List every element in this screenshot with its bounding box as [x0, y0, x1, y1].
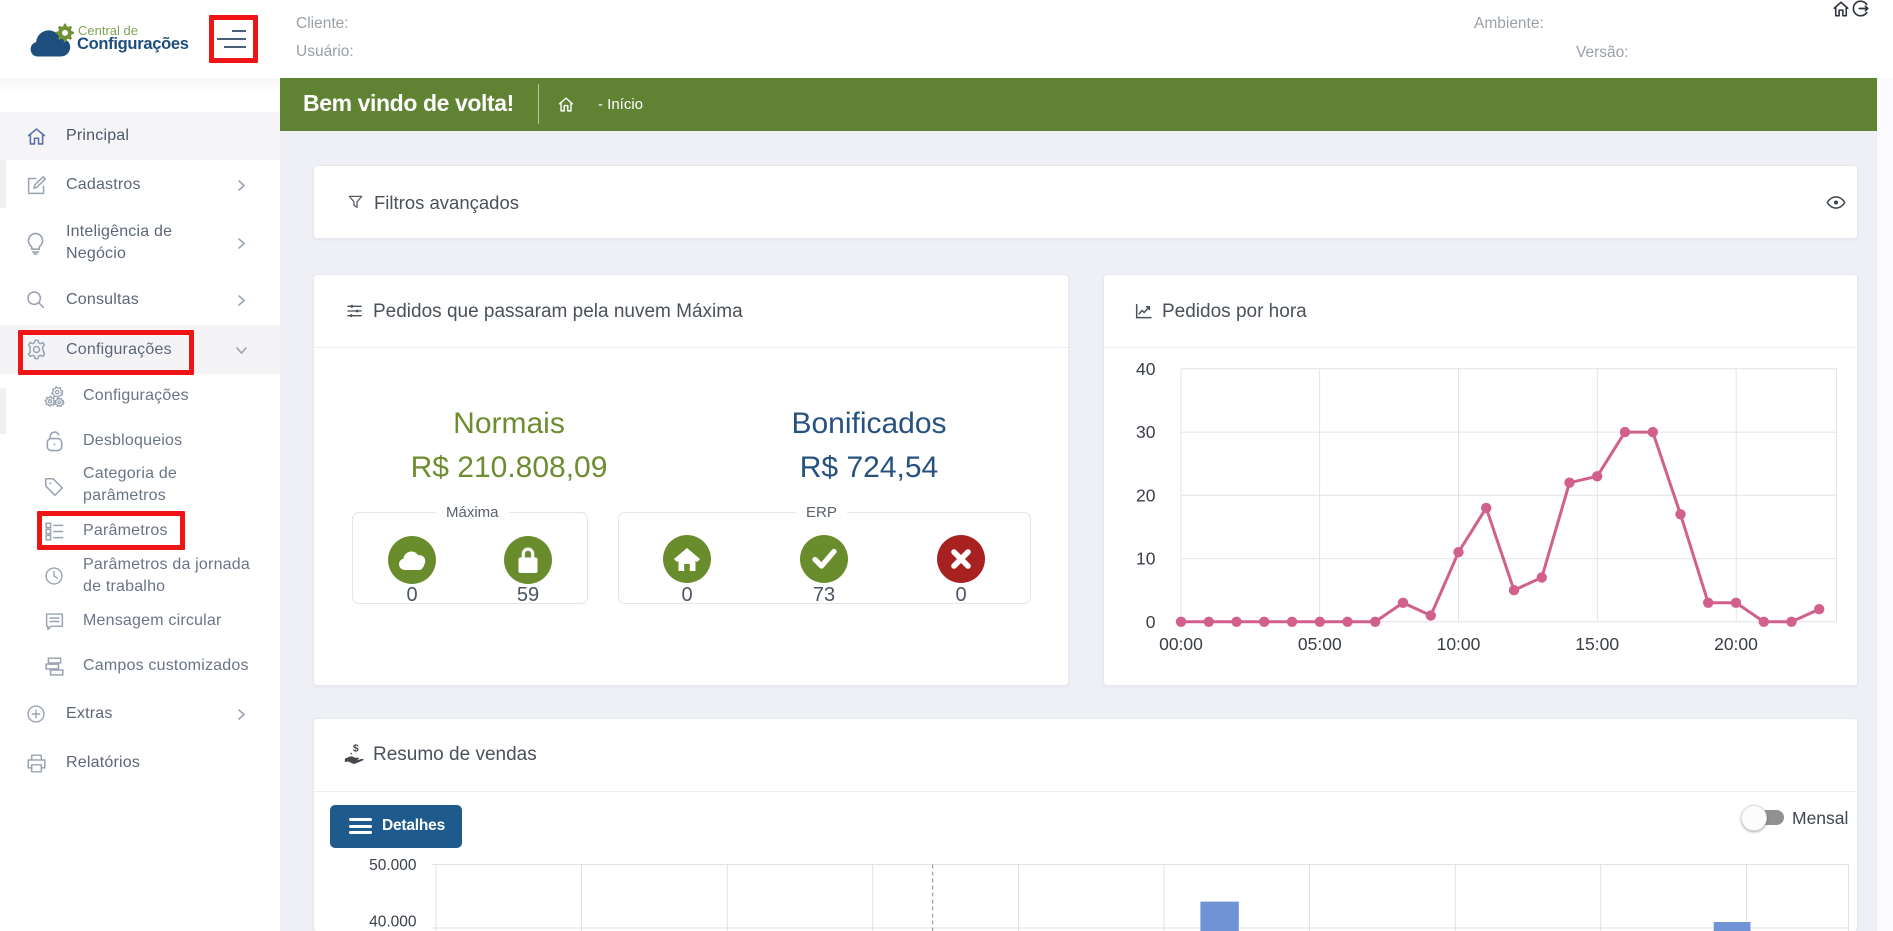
svg-text:15:00: 15:00 — [1575, 634, 1619, 654]
svg-text:40: 40 — [1136, 359, 1156, 379]
svg-text:20: 20 — [1136, 485, 1156, 505]
svg-text:10:00: 10:00 — [1437, 634, 1481, 654]
svg-text:00:00: 00:00 — [1159, 634, 1203, 654]
svg-text:0: 0 — [1146, 612, 1156, 632]
svg-text:40.000: 40.000 — [369, 914, 417, 931]
svg-text:20:00: 20:00 — [1714, 634, 1758, 654]
svg-text:$: $ — [353, 743, 359, 754]
svg-text:30: 30 — [1136, 422, 1156, 442]
svg-text:10: 10 — [1136, 549, 1156, 569]
svg-text:50.000: 50.000 — [369, 857, 417, 874]
svg-text:05:00: 05:00 — [1298, 634, 1342, 654]
